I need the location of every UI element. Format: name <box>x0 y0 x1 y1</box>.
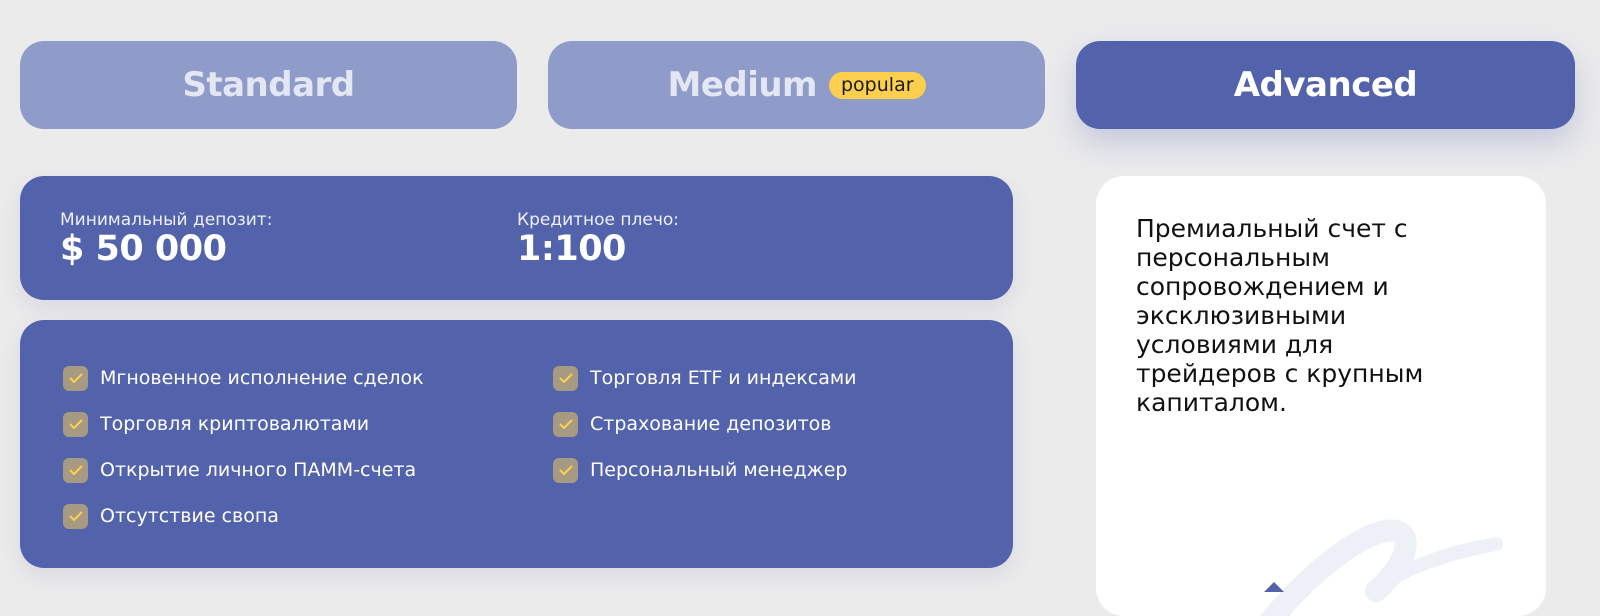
tab-standard[interactable]: Standard <box>20 41 517 129</box>
leverage-label: Кредитное плечо: <box>517 210 680 230</box>
feature-item: Отсутствие свопа <box>63 493 424 539</box>
feature-label: Отсутствие свопа <box>100 505 279 527</box>
leverage-stat: Кредитное плечо: 1:100 <box>517 210 679 268</box>
tab-advanced[interactable]: Advanced <box>1076 41 1575 129</box>
check-icon <box>63 503 88 529</box>
feature-item: Торговля ETF и индексами <box>553 355 857 401</box>
feature-item: Торговля криптовалютами <box>63 401 424 447</box>
tab-medium-label: Medium <box>667 65 817 105</box>
tab-standard-label: Standard <box>182 65 355 105</box>
feature-label: Открытие личного ПАММ-счета <box>100 459 417 481</box>
min-deposit-value: $ 50 000 <box>60 229 227 269</box>
check-icon <box>553 365 578 391</box>
min-deposit-stat: Минимальный депозит: $ 50 000 <box>60 210 272 268</box>
check-icon <box>553 411 578 437</box>
leverage-value: 1:100 <box>517 229 626 269</box>
tab-advanced-label: Advanced <box>1233 65 1418 105</box>
check-icon <box>63 411 88 437</box>
account-description: Премиальный счет с персональным сопровож… <box>1136 214 1424 417</box>
feature-label: Страхование депозитов <box>590 413 832 435</box>
popular-badge: popular <box>829 71 926 99</box>
decorative-swoosh-icon <box>1259 519 1503 616</box>
min-deposit-label: Минимальный депозит: <box>60 210 273 230</box>
account-stats-card: Минимальный депозит: $ 50 000 Кредитное … <box>20 176 1013 300</box>
feature-label: Торговля криптовалютами <box>100 413 370 435</box>
features-card: Мгновенное исполнение сделок Торговля кр… <box>20 320 1013 568</box>
feature-item: Мгновенное исполнение сделок <box>63 355 424 401</box>
features-column-right: Торговля ETF и индексами Страхование деп… <box>553 355 857 493</box>
feature-item: Открытие личного ПАММ-счета <box>63 447 424 493</box>
feature-label: Мгновенное исполнение сделок <box>100 367 424 389</box>
feature-label: Персональный менеджер <box>590 459 848 481</box>
check-icon <box>553 457 578 483</box>
feature-item: Персональный менеджер <box>553 447 857 493</box>
tab-medium[interactable]: Medium popular <box>548 41 1045 129</box>
features-column-left: Мгновенное исполнение сделок Торговля кр… <box>63 355 424 539</box>
feature-item: Страхование депозитов <box>553 401 857 447</box>
description-card: Премиальный счет с персональным сопровож… <box>1096 176 1546 616</box>
feature-label: Торговля ETF и индексами <box>590 367 857 389</box>
check-icon <box>63 365 88 391</box>
check-icon <box>63 457 88 483</box>
account-type-tabs: Standard Medium popular Advanced <box>20 41 1575 129</box>
